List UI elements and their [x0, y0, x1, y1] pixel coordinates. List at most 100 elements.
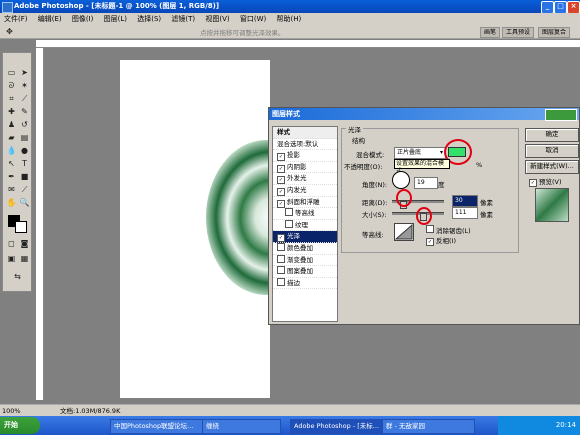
effect-pattern-overlay[interactable]: 图案叠加: [273, 266, 337, 278]
effect-label: 斜面和浮雕: [287, 197, 320, 206]
menu-view[interactable]: 视图(V): [201, 13, 233, 25]
crop-tool-icon[interactable]: ⌗: [6, 93, 17, 104]
menu-select[interactable]: 选择(S): [133, 13, 165, 25]
angle-dial[interactable]: [392, 171, 410, 189]
checkbox[interactable]: [277, 254, 285, 263]
checkbox[interactable]: [285, 219, 293, 228]
distance-label: 距离(D):: [362, 199, 388, 207]
quickmask-mode-icon[interactable]: ◙: [19, 238, 30, 249]
history-brush-icon[interactable]: ↺: [19, 119, 30, 130]
antialias-label: 消除锯齿(L): [436, 227, 471, 235]
palette-tool-presets[interactable]: 工具预设: [502, 27, 535, 38]
effect-inner-shadow[interactable]: ✓ 内阴影: [273, 162, 337, 174]
move-tool-icon[interactable]: ➤: [19, 67, 30, 78]
distance-input[interactable]: 30: [452, 195, 478, 207]
screen-mode-icon[interactable]: ▣: [6, 253, 17, 264]
effect-drop-shadow[interactable]: ✓ 投影: [273, 150, 337, 162]
preview-check[interactable]: ✓: [529, 179, 537, 187]
marquee-tool-icon[interactable]: ▭: [6, 67, 17, 78]
menu-filter[interactable]: 滤镜(T): [167, 13, 199, 25]
invert-check[interactable]: ✓: [426, 238, 434, 246]
healing-brush-icon[interactable]: ✚: [6, 106, 17, 117]
checkbox[interactable]: [277, 277, 285, 286]
path-select-icon[interactable]: ↖: [6, 158, 17, 169]
checkbox[interactable]: ✓: [277, 164, 285, 173]
effect-gradient-overlay[interactable]: 渐变叠加: [273, 254, 337, 267]
layer-style-dialog: 图层样式 样式 混合选项:默认 ✓ 投影 ✓ 内阴影 ✓ 外发光 ✓ 内发光 ✓ 斜面和浮…: [268, 107, 580, 325]
task-folder[interactable]: 缠绕: [202, 419, 281, 434]
brush-tool-icon[interactable]: ✎: [19, 106, 30, 117]
effect-outer-glow[interactable]: ✓ 外发光: [273, 173, 337, 185]
fullscreen-mode-icon[interactable]: ▦: [19, 253, 30, 264]
blend-mode-select[interactable]: 正片叠底 ▾: [394, 147, 446, 159]
magic-wand-icon[interactable]: ✶: [19, 80, 30, 91]
pen-tool-icon[interactable]: ✒: [6, 171, 17, 182]
effect-inner-glow[interactable]: ✓ 内发光: [273, 185, 337, 197]
effect-label: 颜色叠加: [287, 243, 313, 252]
palette-layer-comps[interactable]: 图层复合: [538, 27, 571, 38]
lasso-tool-icon[interactable]: ᘐ: [6, 80, 17, 91]
eyedropper-icon[interactable]: ⟋: [19, 184, 30, 195]
menu-layer[interactable]: 图层(L): [100, 13, 131, 25]
effect-satin[interactable]: ✓ 光泽: [273, 231, 337, 243]
invert-checkbox[interactable]: ✓ 反相(I): [426, 235, 456, 246]
checkbox[interactable]: ✓: [277, 153, 285, 162]
dodge-tool-icon[interactable]: ●: [19, 145, 30, 156]
dialog-close-button[interactable]: [545, 109, 577, 121]
menu-window[interactable]: 窗口(W): [236, 13, 270, 25]
checkbox[interactable]: ✓: [277, 234, 285, 243]
checkbox[interactable]: [277, 266, 285, 275]
jump-to-imageready-icon[interactable]: ⇆: [12, 271, 23, 282]
blur-tool-icon[interactable]: 💧: [6, 145, 17, 156]
toolbox: ▭ ➤ ᘐ ✶ ⌗ ⟋ ✚ ✎ ♟ ↺ ▰ ▤ 💧 ● ↖ T ✒ ■ ✉ ⟋ …: [2, 52, 32, 292]
checkbox[interactable]: [285, 208, 293, 217]
checkbox[interactable]: ✓: [277, 176, 285, 185]
checkbox[interactable]: ✓: [277, 187, 285, 196]
angle-input[interactable]: 19: [414, 177, 438, 189]
move-tool-icon[interactable]: ✥: [4, 26, 15, 37]
ok-button[interactable]: 确定: [525, 128, 579, 142]
standard-mode-icon[interactable]: ◻: [6, 238, 17, 249]
antialias-checkbox[interactable]: 消除锯齿(L): [426, 225, 471, 235]
contour-picker[interactable]: [394, 223, 414, 241]
task-chat[interactable]: 群 - 无敌家园: [382, 419, 475, 434]
menu-file[interactable]: 文件(F): [0, 13, 32, 25]
shape-tool-icon[interactable]: ■: [19, 171, 30, 182]
cancel-button[interactable]: 取消: [525, 144, 579, 158]
dialog-title: 图层样式: [269, 108, 579, 120]
effect-color-overlay[interactable]: 颜色叠加: [273, 242, 337, 255]
checkbox[interactable]: ✓: [277, 199, 285, 208]
task-photoshop[interactable]: Adobe Photoshop - [未标...: [290, 419, 383, 434]
opacity-label: 不透明度(O):: [344, 163, 383, 171]
palette-brushes[interactable]: 画笔: [480, 27, 501, 38]
hand-tool-icon[interactable]: ✋: [6, 197, 17, 208]
taskbar: 开始 中国Photoshop联盟论坛... 缠绕 Adobe Photoshop…: [0, 416, 580, 435]
size-input[interactable]: 111: [452, 207, 478, 219]
effect-bevel-emboss[interactable]: ✓ 斜面和浮雕: [273, 197, 337, 209]
new-style-button[interactable]: 新建样式(W)...: [525, 160, 579, 174]
type-tool-icon[interactable]: T: [19, 158, 30, 169]
stamp-tool-icon[interactable]: ♟: [6, 119, 17, 130]
effect-stroke[interactable]: 描边: [273, 277, 337, 290]
menu-image[interactable]: 图像(I): [68, 13, 98, 25]
blend-options-item[interactable]: 混合选项:默认: [273, 139, 337, 151]
app-title: Adobe Photoshop - [未标题-1 @ 100% (图层 1, R…: [14, 2, 220, 10]
zoom-tool-icon[interactable]: 🔍: [19, 197, 30, 208]
checkbox[interactable]: [277, 242, 285, 251]
notes-tool-icon[interactable]: ✉: [6, 184, 17, 195]
styles-header[interactable]: 样式: [273, 127, 337, 139]
effect-texture[interactable]: 纹理: [273, 219, 337, 232]
effect-contour[interactable]: 等高线: [273, 208, 337, 220]
gradient-tool-icon[interactable]: ▤: [19, 132, 30, 143]
menu-help[interactable]: 帮助(H): [272, 13, 305, 25]
menu-bar: 文件(F) 编辑(E) 图像(I) 图层(L) 选择(S) 滤镜(T) 视图(V…: [0, 13, 580, 25]
eraser-tool-icon[interactable]: ▰: [6, 132, 17, 143]
antialias-check[interactable]: [426, 225, 434, 233]
system-tray: 20:14: [498, 416, 580, 435]
task-browser[interactable]: 中国Photoshop联盟论坛...: [110, 419, 203, 434]
preview-checkbox[interactable]: ✓ 预览(V): [529, 176, 562, 187]
slice-tool-icon[interactable]: ⟋: [19, 93, 30, 104]
background-color-swatch[interactable]: [15, 221, 27, 233]
menu-edit[interactable]: 编辑(E): [34, 13, 66, 25]
start-button[interactable]: 开始: [0, 417, 40, 434]
